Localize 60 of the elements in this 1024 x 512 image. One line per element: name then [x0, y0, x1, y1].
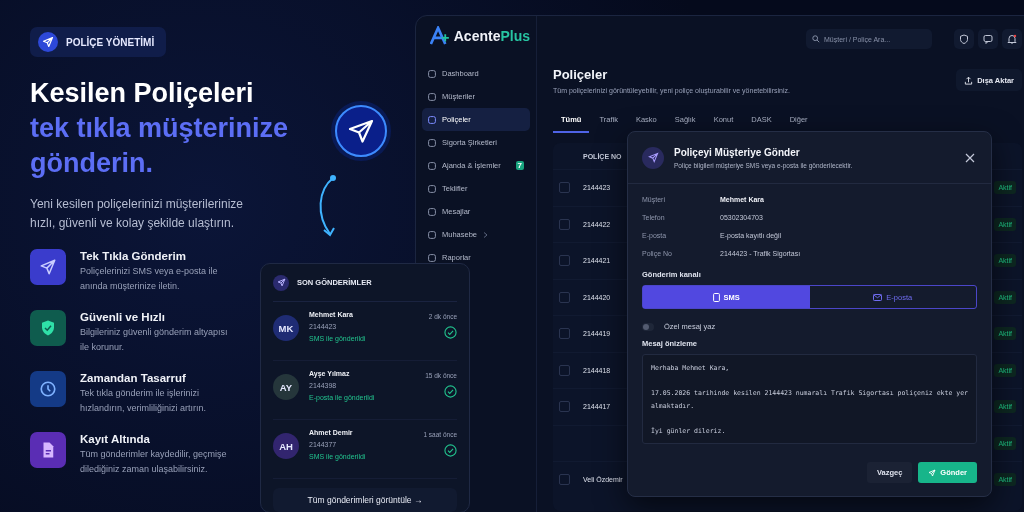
rounded-square-icon — [428, 92, 436, 101]
avatar-initials: AY — [273, 374, 299, 400]
page-title: Poliçeler — [553, 67, 609, 82]
shield-icon — [959, 34, 969, 44]
feature-description: Poliçelerinizi SMS veya e-posta ile anında müşterinize iletin. — [80, 265, 219, 293]
message-icon — [983, 34, 993, 44]
headline-accent: tek tıkla müşterinize gönderin. — [30, 112, 290, 180]
send-icon — [39, 258, 57, 276]
hero-description: Yeni kesilen poliçelerinizi müşterilerinize hızlı, güvenli ve kolay şekilde ulaştırın. — [30, 196, 244, 232]
envelope-icon — [873, 293, 883, 301]
rounded-square-icon — [428, 138, 436, 147]
rounded-square-icon — [428, 69, 436, 78]
rounded-square-icon — [428, 207, 436, 216]
avatar-initials: AH — [273, 433, 299, 459]
row-checkbox[interactable] — [559, 364, 570, 376]
check-circle-icon — [444, 444, 457, 457]
rounded-square-icon — [428, 253, 436, 262]
feature-title: Kayıt Altında — [80, 433, 151, 445]
feature-title: Güvenli ve Hızlı — [80, 311, 166, 323]
bell-icon — [1007, 34, 1017, 44]
badge-label: POLİÇE YÖNETİMİ — [66, 36, 155, 48]
toggle-switch[interactable] — [642, 322, 654, 331]
send-icon — [276, 278, 286, 287]
notifications-button[interactable] — [1002, 29, 1022, 49]
search-icon — [812, 35, 820, 43]
row-checkbox[interactable] — [559, 401, 570, 413]
row-checkbox[interactable] — [559, 255, 570, 267]
check-circle-icon — [444, 326, 457, 339]
clock-icon — [39, 380, 57, 398]
logo-icon — [430, 26, 450, 46]
row-checkbox[interactable] — [559, 328, 570, 340]
feature-description: Tek tıkla gönderim ile işlerinizi hızlandırın, verimliliğinizi artırın. — [80, 387, 208, 415]
check-circle-icon — [444, 385, 457, 398]
count-badge: 7 — [515, 161, 524, 170]
shield-check-icon — [39, 319, 57, 337]
upload-icon — [964, 75, 974, 85]
toolbar-button[interactable] — [978, 29, 998, 49]
row-checkbox[interactable] — [559, 218, 570, 230]
feature-description: Bilgileriniz güvenli gönderim altyapısı ile korunur. — [80, 326, 229, 354]
feature-title: Tek Tıkla Gönderim — [80, 250, 187, 262]
headline: Kesilen Poliçeleri — [30, 77, 255, 110]
close-icon — [965, 152, 975, 163]
send-icon — [928, 468, 937, 477]
phone-icon — [712, 292, 720, 302]
rounded-square-icon — [428, 161, 436, 170]
row-checkbox[interactable] — [559, 474, 570, 486]
row-checkbox[interactable] — [559, 182, 570, 194]
rounded-square-icon — [428, 230, 436, 239]
view-all-button[interactable]: Tüm gönderimleri görüntüle → — [273, 488, 457, 512]
row-checkbox[interactable] — [559, 291, 570, 303]
rounded-square-icon — [428, 184, 436, 193]
dialog-title: Poliçeyi Müşteriye Gönder — [674, 146, 801, 158]
feature-title: Zamandan Tasarruf — [80, 372, 187, 384]
avatar-initials: MK — [273, 315, 299, 341]
logo-text: AcentePlus — [453, 28, 530, 44]
feature-description: Tüm gönderimler kaydedilir, geçmişe dilediğiniz zaman ulaşabilirsiniz. — [80, 448, 228, 476]
rounded-square-icon — [428, 115, 436, 124]
send-icon — [647, 152, 659, 163]
send-icon — [42, 36, 54, 48]
toolbar-button[interactable] — [954, 29, 974, 49]
